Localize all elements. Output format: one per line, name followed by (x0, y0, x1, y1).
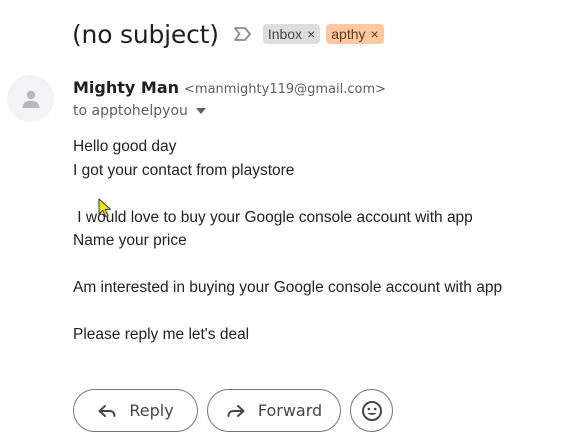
body-line: Hello good day (73, 138, 177, 155)
body-line (73, 182, 553, 206)
remove-label-inbox-button[interactable]: × (307, 26, 315, 42)
body-line: Please reply me let's deal (73, 326, 250, 343)
sender-avatar[interactable] (7, 75, 54, 122)
person-avatar-icon (22, 90, 39, 108)
reply-label: Reply (129, 401, 174, 420)
emoji-smiley-icon (361, 400, 382, 421)
reply-arrow-icon (97, 403, 117, 419)
label-chip-inbox: Inbox × (262, 24, 321, 44)
subject-row: (no subject) Inbox × apthy × (72, 16, 390, 52)
sender-name[interactable]: Mighty Man (73, 78, 179, 97)
body-line: I would love to buy your Google console … (73, 208, 473, 226)
label-important-outline-icon[interactable] (233, 26, 253, 42)
body-line: Name your price (73, 232, 187, 249)
label-chip-apthy: apthy × (326, 24, 384, 44)
emoji-reaction-button[interactable] (350, 389, 393, 432)
forward-arrow-icon (226, 403, 246, 419)
forward-button[interactable]: Forward (207, 389, 341, 432)
sender-line: Mighty Man <manmighty119@gmail.com> (73, 78, 386, 97)
remove-label-apthy-button[interactable]: × (371, 26, 379, 42)
label-chip-text: apthy (331, 26, 366, 42)
recipient-line: to apptohelpyou (73, 103, 206, 119)
body-line (73, 300, 553, 324)
recipient-text: to apptohelpyou (73, 103, 188, 119)
body-line: I got your contact from playstore (73, 161, 295, 179)
forward-label: Forward (257, 401, 323, 420)
body-line (73, 253, 553, 277)
message-actions: Reply Forward (73, 389, 393, 432)
email-subject: (no subject) (72, 19, 219, 49)
email-body: Hello good day I got your contact from p… (73, 135, 553, 347)
body-line: Am interested in buying your Google cons… (73, 279, 503, 296)
reply-button[interactable]: Reply (73, 389, 198, 432)
sender-email: <manmighty119@gmail.com> (184, 82, 387, 97)
caret-down-icon[interactable] (195, 108, 206, 114)
email-view: (no subject) Inbox × apthy × Mighty Man … (0, 0, 583, 441)
label-chip-text: Inbox (267, 26, 303, 42)
mouse-pointer-icon (98, 198, 112, 223)
